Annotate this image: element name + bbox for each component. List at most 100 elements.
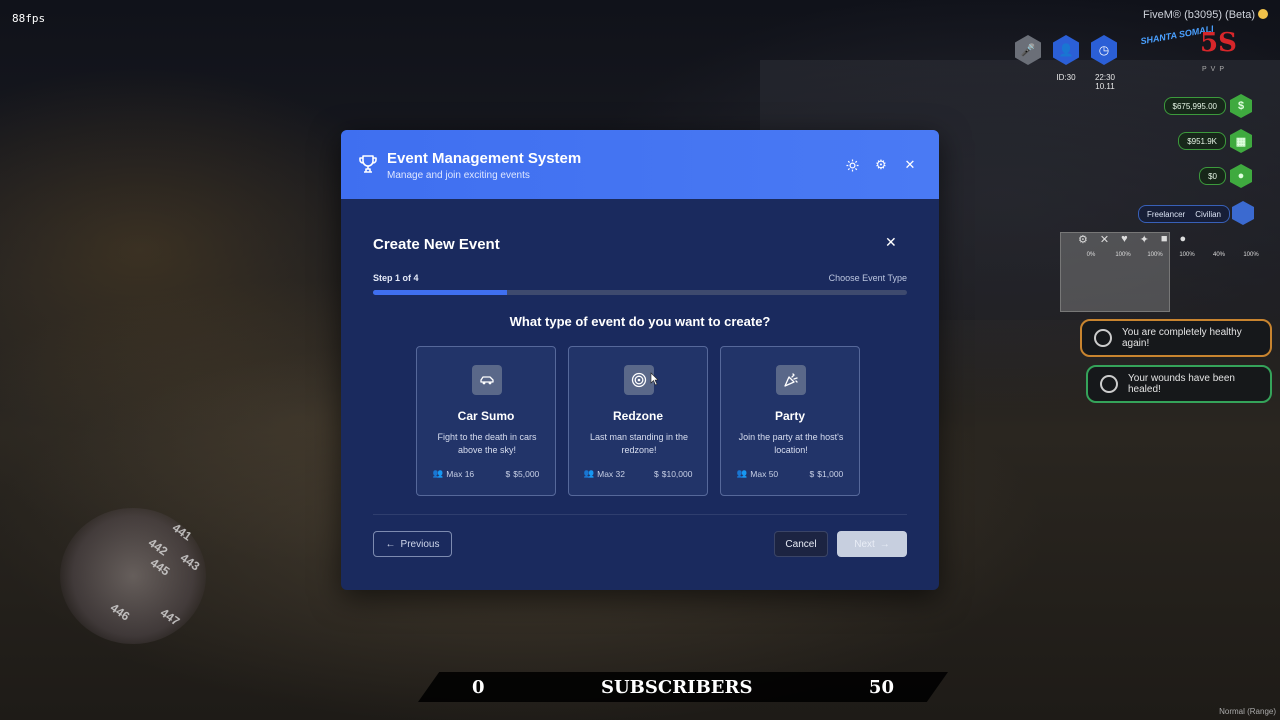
notification-healed: Your wounds have been healed!: [1086, 365, 1272, 403]
cancel-button[interactable]: Cancel: [774, 531, 828, 557]
cash-row: $675,995.00 $: [1163, 94, 1252, 118]
player-id-label: ID:30: [1056, 73, 1076, 82]
subscribers-label: SUBSCRIBERS: [600, 676, 753, 698]
entry-price: $ $1,000: [810, 468, 844, 479]
status-value: 0%: [1086, 252, 1096, 258]
cash-value: $675,995.00: [1163, 97, 1226, 115]
close-icon: ✕: [904, 157, 916, 172]
job-grade: Civilian: [1195, 209, 1221, 219]
status-value: 100%: [1243, 252, 1259, 258]
settings-button[interactable]: ⚙: [872, 156, 890, 174]
fps-counter: 88fps: [12, 12, 46, 25]
water-icon: ●: [1179, 233, 1187, 245]
status-value: 100%: [1179, 252, 1195, 258]
dollar-icon: $: [505, 468, 511, 479]
footer-divider: [373, 514, 907, 515]
server-logo-5s-sub: PVP: [1202, 66, 1229, 73]
bank-value: $951.9K: [1178, 132, 1226, 150]
users-icon: 👥: [736, 468, 748, 478]
event-type-cards: Car Sumo Fight to the death in cars abov…: [416, 346, 860, 496]
status-value: 100%: [1115, 252, 1131, 258]
bank-icon: ▦: [1230, 129, 1252, 153]
party-popper-icon: [776, 365, 806, 395]
close-icon: ✕: [885, 234, 897, 250]
max-players: 👥 Max 50: [737, 468, 778, 479]
trophy-icon: [359, 155, 377, 173]
modal-header: Event Management System Manage and join …: [341, 130, 939, 199]
car-icon: [472, 365, 502, 395]
event-management-modal: Event Management System Manage and join …: [341, 130, 939, 590]
loading-icon: [1094, 329, 1112, 347]
event-type-question: What type of event do you want to create…: [509, 314, 771, 329]
arrow-right-icon: →: [879, 538, 890, 550]
previous-label: Previous: [400, 538, 440, 550]
gear-icon: ⚙: [875, 157, 887, 172]
subscribers-left: 0: [472, 676, 485, 698]
step-progress-fill: [373, 290, 507, 295]
event-card-meta: 👥 Max 50 $ $1,000: [721, 468, 859, 479]
dollar-icon: $: [1230, 94, 1252, 118]
voice-mode-label: Normal (Range): [1219, 707, 1276, 716]
status-value: 40%: [1212, 252, 1225, 258]
stamina-icon: ✦: [1139, 234, 1149, 246]
arrow-left-icon: ←: [385, 538, 396, 550]
status-icons: ⚙ ✕ ♥ ✦ ■ ●: [1078, 233, 1186, 246]
wallet-icon: ●: [1230, 164, 1252, 188]
gear-icon: ⚙: [1078, 234, 1088, 246]
event-card-car-sumo[interactable]: Car Sumo Fight to the death in cars abov…: [416, 346, 556, 496]
event-card-name: Car Sumo: [457, 409, 515, 423]
armor-icon: ■: [1160, 233, 1168, 245]
step-name: Choose Event Type: [828, 273, 907, 283]
max-players-text: Max 50: [750, 468, 779, 479]
next-label: Next: [854, 538, 875, 550]
build-text: FiveM® (b3095) (Beta): [1142, 9, 1255, 21]
max-players: 👥 Max 16: [433, 468, 474, 479]
entry-price-text: $5,000: [513, 468, 540, 479]
entry-price: $ $5,000: [506, 468, 540, 479]
users-icon: 👥: [583, 468, 595, 478]
event-card-meta: 👥 Max 32 $ $10,000: [569, 468, 707, 479]
step-label: Step 1 of 4: [373, 273, 419, 283]
entry-price-text: $10,000: [661, 468, 693, 479]
hand-cursor-icon: [650, 372, 658, 386]
event-card-description: Fight to the death in cars above the sky…: [437, 432, 537, 455]
previous-button[interactable]: ← Previous: [373, 531, 452, 557]
create-event-title: Create New Event: [373, 236, 500, 253]
notification-text: Your wounds have been healed!: [1128, 373, 1235, 395]
cancel-label: Cancel: [785, 538, 817, 550]
cross-icon: ✕: [1099, 234, 1110, 246]
event-card-name: Party: [774, 409, 806, 423]
event-card-description: Join the party at the host's location!: [738, 432, 844, 455]
clock-label: 22:30 10.11: [1094, 73, 1116, 91]
next-button[interactable]: Next →: [837, 531, 907, 557]
status-values: 0% 100% 100% 100% 40% 100%: [1078, 252, 1264, 258]
entry-price: $ $10,000: [654, 468, 692, 479]
max-players-text: Max 32: [597, 468, 625, 479]
event-card-name: Redzone: [612, 409, 663, 423]
server-logo-5s: 5S: [1200, 28, 1237, 58]
event-card-redzone[interactable]: Redzone Last man standing in the redzone…: [568, 346, 708, 496]
wallet-row: $0 ●: [1199, 164, 1252, 188]
sun-icon: [845, 158, 859, 172]
job-info: Freelancer Civilian: [1137, 205, 1230, 223]
subscribers-right: 50: [868, 676, 894, 698]
status-value: 100%: [1147, 252, 1163, 258]
step-progress-bar: [373, 290, 907, 295]
create-event-close-button[interactable]: ✕: [885, 234, 897, 251]
theme-toggle-button[interactable]: [843, 156, 861, 174]
wallet-value: $0: [1199, 167, 1226, 185]
event-card-description: Last man standing in the redzone!: [589, 432, 689, 455]
modal-subtitle: Manage and join exciting events: [387, 170, 530, 181]
dollar-icon: $: [809, 468, 815, 479]
build-info: FiveM® (b3095) (Beta): [1143, 9, 1268, 21]
subscribers-bar: 0 SUBSCRIBERS 50: [418, 672, 948, 702]
event-card-party[interactable]: Party Join the party at the host's locat…: [720, 346, 860, 496]
modal-title: Event Management System: [387, 150, 582, 167]
job-company: Freelancer: [1146, 209, 1186, 219]
emoji-icon: [1258, 9, 1268, 19]
messenger-icon: [1100, 375, 1118, 393]
users-icon: 👥: [432, 468, 444, 478]
notification-text: You are completely healthy again!: [1122, 327, 1242, 349]
modal-close-button[interactable]: ✕: [901, 156, 919, 174]
max-players-text: Max 16: [446, 468, 475, 479]
